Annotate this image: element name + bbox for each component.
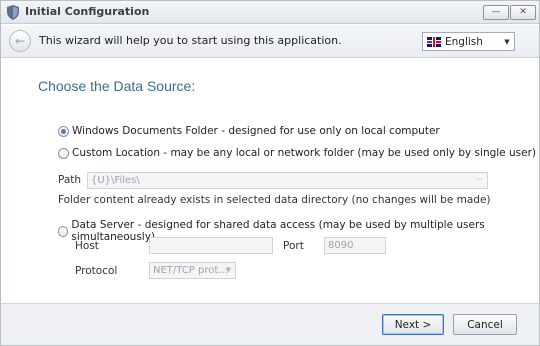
window-title: Initial Configuration xyxy=(25,5,150,18)
minimize-icon: — xyxy=(491,7,501,17)
arrow-left-icon: ← xyxy=(14,34,26,48)
wizard-header: ← This wizard will help you to start usi… xyxy=(1,25,539,58)
option-label: Windows Documents Folder - designed for … xyxy=(72,125,440,137)
radio-custom-location[interactable] xyxy=(58,147,69,159)
title-bar: Initial Configuration — ✕ xyxy=(1,1,539,24)
shield-icon xyxy=(7,5,19,20)
back-button[interactable]: ← xyxy=(9,30,31,52)
wizard-window: Initial Configuration — ✕ ← This wizard … xyxy=(0,0,540,346)
port-input[interactable]: 8090 xyxy=(324,237,386,254)
host-input[interactable] xyxy=(149,237,273,254)
option-custom-location[interactable]: Custom Location - may be any local or ne… xyxy=(58,147,536,159)
page-title: Choose the Data Source: xyxy=(38,78,196,94)
next-button[interactable]: Next > xyxy=(382,314,444,335)
language-select[interactable]: English ▼ xyxy=(422,32,515,51)
option-label: Custom Location - may be any local or ne… xyxy=(72,147,536,159)
port-label: Port xyxy=(283,240,304,252)
chevron-down-icon: ▼ xyxy=(504,37,510,46)
path-label: Path xyxy=(58,174,82,186)
close-button[interactable]: ✕ xyxy=(510,5,536,20)
path-input[interactable]: {U}\Files\ ··· xyxy=(87,172,488,189)
folder-info-text: Folder content already exists in selecte… xyxy=(58,194,491,206)
option-windows-documents[interactable]: Windows Documents Folder - designed for … xyxy=(58,125,440,137)
protocol-select[interactable]: NET/TCP prot... ▼ xyxy=(149,262,236,279)
close-icon: ✕ xyxy=(519,7,527,17)
path-value: {U}\Files\ xyxy=(91,175,140,186)
minimize-button[interactable]: — xyxy=(483,5,509,20)
language-value: English xyxy=(445,35,483,48)
browse-button[interactable]: ··· xyxy=(474,173,483,188)
wizard-footer: Next > Cancel xyxy=(1,303,539,345)
cancel-button[interactable]: Cancel xyxy=(453,314,517,335)
radio-windows-documents[interactable] xyxy=(58,125,69,137)
protocol-label: Protocol xyxy=(75,265,118,277)
host-label: Host xyxy=(75,240,99,252)
option-label: Data Server - designed for shared data a… xyxy=(71,219,485,243)
chevron-down-icon: ▼ xyxy=(225,266,231,274)
uk-flag-icon xyxy=(427,36,441,47)
radio-data-server[interactable] xyxy=(58,225,69,237)
protocol-value: NET/TCP prot... xyxy=(153,265,228,276)
header-description: This wizard will help you to start using… xyxy=(39,34,342,47)
port-value: 8090 xyxy=(328,240,354,251)
